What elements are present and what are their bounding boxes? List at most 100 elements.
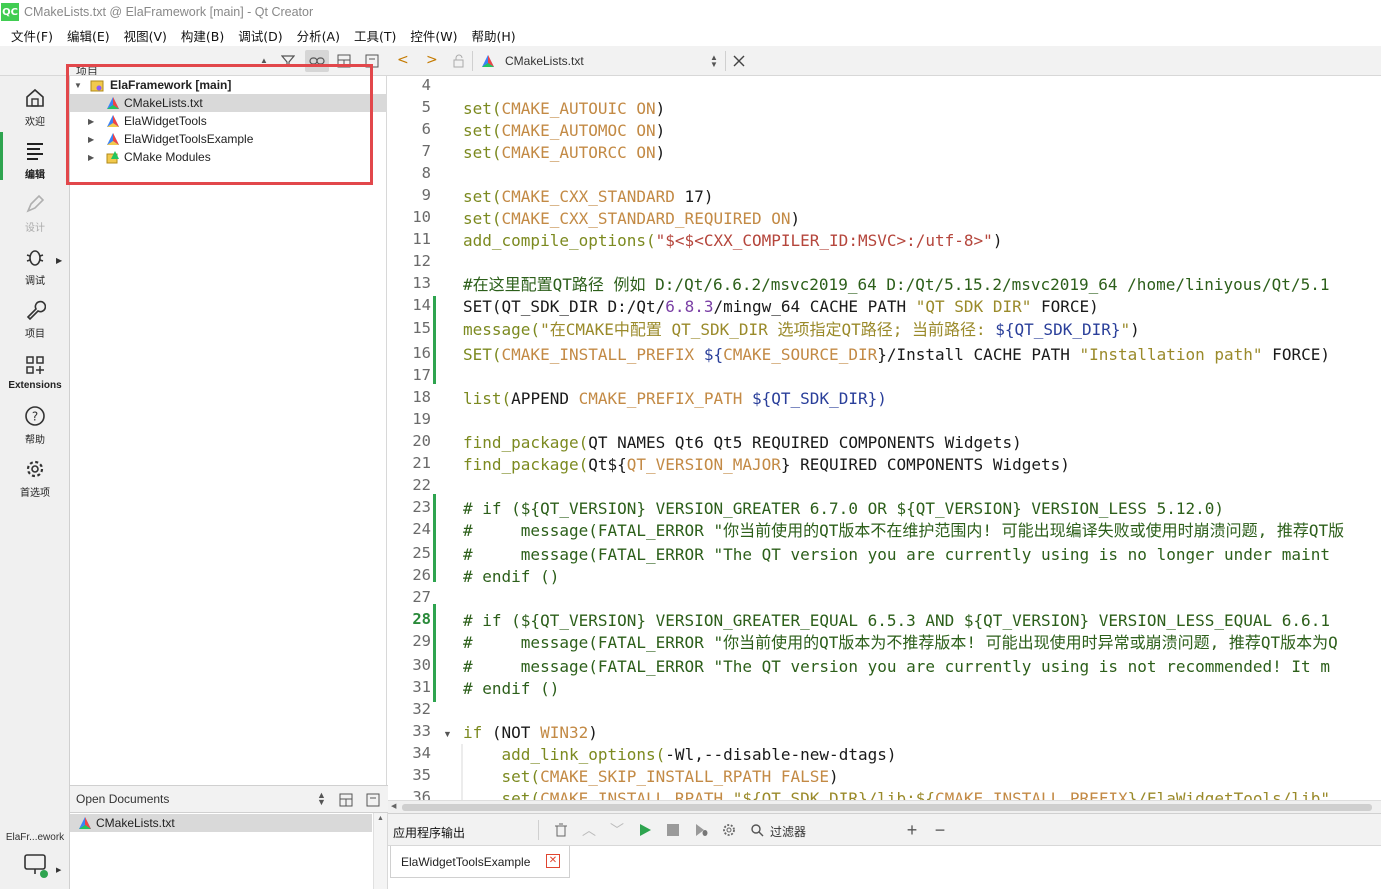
line-number: 24 [412,520,431,538]
open-documents-selector[interactable]: Open Documents [76,792,169,806]
scroll-up-icon[interactable]: ▲ [377,815,384,822]
line-number: 17 [412,366,431,384]
line-number: 22 [412,476,431,494]
code-line-31: # endif () [463,679,560,698]
changed-lines-marker [433,494,436,582]
line-number: 36 [412,788,431,800]
line-number: 32 [412,700,431,718]
mode-extensions[interactable]: Extensions [0,345,70,397]
line-number: 15 [412,319,431,337]
scrollbar-thumb[interactable] [402,804,1372,811]
mode-welcome[interactable]: 欢迎 [0,80,70,132]
svg-text:?: ? [32,409,38,423]
changed-lines-marker [433,296,436,384]
gear-icon[interactable] [720,821,738,839]
mode-projects[interactable]: 项目 [0,292,70,344]
open-documents-list: CMakeLists.txt ▲ [70,813,388,889]
fold-arrow-icon[interactable]: ▼ [443,729,452,739]
menu-build[interactable]: 构建(B) [176,26,229,45]
menu-controls[interactable]: 控件(W) [405,26,462,45]
close-tab-icon[interactable]: ✕ [546,854,560,868]
bug-icon [22,244,48,270]
mode-design[interactable]: 设计 [0,186,70,238]
close-pane-icon[interactable] [361,789,385,811]
combo-updown-icon[interactable]: ▲ ▼ [317,791,326,807]
debug-menu-arrow-icon[interactable]: ▶ [56,256,62,265]
code-editor[interactable]: 4 5 6 7 8 9 10 11 12 13 14 15 16 17 18 19 20 21 22 23 24 25 26… [388,76,1381,800]
line-number-gutter: 4 5 6 7 8 9 10 11 12 13 14 15 16 17 18 19 20 21 22 23 24 25 26… [388,76,436,800]
document-selector[interactable]: CMakeLists.txt [505,54,584,68]
open-documents-header: Open Documents ▲ ▼ [70,785,388,813]
close-document-icon[interactable] [731,53,747,69]
code-line-21: find_package(Qt${QT_VERSION_MAJOR} REQUI… [463,455,1070,474]
line-number: 35 [412,766,431,784]
monitor-icon[interactable] [22,852,50,878]
split-pane-icon[interactable] [334,789,358,811]
editor-toolbar: < > CMakeLists.txt ▲ ▼ [388,46,1381,76]
wrench-icon [22,297,48,323]
horizontal-scrollbar[interactable]: ◀ [388,800,1381,813]
lock-icon[interactable] [452,54,466,68]
menu-analyze[interactable]: 分析(A) [292,26,345,45]
code-line-6: set(CMAKE_AUTOMOC ON) [463,121,666,140]
code-line-20: find_package(QT NAMES Qt6 Qt5 REQUIRED C… [463,433,1022,452]
output-filter-input[interactable]: 过滤器 [770,823,806,840]
line-number: 34 [412,744,431,762]
menu-tools[interactable]: 工具(T) [349,26,401,45]
mode-debug[interactable]: 调试 [0,239,70,291]
home-icon [22,85,48,111]
output-pane-toolbar: 应用程序输出 ︿ ﹀ 过滤器 + − [388,813,1381,846]
mode-sidebar: 欢迎 编辑 设计 调试 ▶ 项目 Extensions ? 帮助 首选项 Ela… [0,76,70,889]
stop-icon[interactable] [664,821,682,839]
mode-edit[interactable]: 编辑 [0,133,70,185]
line-number: 10 [412,208,431,226]
line-number: 19 [412,410,431,428]
line-number: 27 [412,588,431,606]
go-forward-icon[interactable]: > [426,52,438,68]
code-line-13: #在这里配置QT路径 例如 D:/Qt/6.6.2/msvc2019_64 D:… [463,275,1330,294]
help-icon: ? [22,403,48,429]
search-icon [748,821,766,839]
code-line-10: set(CMAKE_CXX_STANDARD_REQUIRED ON) [463,209,801,228]
cmake-file-icon [78,816,92,830]
vertical-scrollbar[interactable]: ▲ [373,813,387,889]
menu-file[interactable]: 文件(F) [6,26,58,45]
menu-edit[interactable]: 编辑(E) [62,26,115,45]
kit-menu-arrow-icon[interactable]: ▶ [56,866,61,874]
code-line-30: # message(FATAL_ERROR "The QT version yo… [463,657,1330,676]
code-line-15: message("在CMAKE中配置 QT_SDK_DIR 选项指定QT路径; … [463,320,1140,339]
open-document-item[interactable]: CMakeLists.txt [70,814,372,832]
code-line-9: set(CMAKE_CXX_STANDARD 17) [463,187,714,206]
go-back-icon[interactable]: < [397,52,409,68]
output-tab[interactable]: ElaWidgetToolsExample ✕ [390,846,570,878]
run-icon[interactable] [636,821,654,839]
kit-selector-label[interactable]: ElaFr...ework [0,832,70,843]
menu-help[interactable]: 帮助(H) [466,26,520,45]
attach-debugger-icon[interactable] [692,821,710,839]
line-number: 28 [412,610,431,628]
line-number: 5 [421,98,431,116]
chevron-up-icon[interactable]: ︿ [580,821,598,839]
zoom-out-icon[interactable]: − [931,820,949,840]
menu-debug[interactable]: 调试(D) [233,26,287,45]
menu-bar: 文件(F) 编辑(E) 视图(V) 构建(B) 调试(D) 分析(A) 工具(T… [0,24,1381,46]
menu-view[interactable]: 视图(V) [119,26,172,45]
line-number: 4 [421,76,431,94]
line-number: 18 [412,388,431,406]
line-number: 14 [412,296,431,314]
output-tabs: ElaWidgetToolsExample ✕ [388,846,1381,889]
line-number: 29 [412,632,431,650]
clear-output-icon[interactable] [552,821,570,839]
mode-help[interactable]: ? 帮助 [0,398,70,450]
code-line-16: SET(CMAKE_INSTALL_PREFIX ${CMAKE_SOURCE_… [463,345,1330,364]
code-line-23: # if (${QT_VERSION} VERSION_GREATER 6.7.… [463,499,1224,518]
code-line-11: add_compile_options("$<$<CXX_COMPILER_ID… [463,231,1003,250]
zoom-in-icon[interactable]: + [903,820,921,840]
code-line-29: # message(FATAL_ERROR "你当前使用的QT版本为不推荐版本!… [463,633,1338,652]
scroll-left-icon[interactable]: ◀ [391,802,396,810]
mode-preferences[interactable]: 首选项 [0,451,70,503]
combo-updown-icon[interactable]: ▲ ▼ [710,54,718,69]
code-line-5: set(CMAKE_AUTOUIC ON) [463,99,666,118]
chevron-down-icon[interactable]: ﹀ [608,821,626,839]
separator [472,51,473,71]
